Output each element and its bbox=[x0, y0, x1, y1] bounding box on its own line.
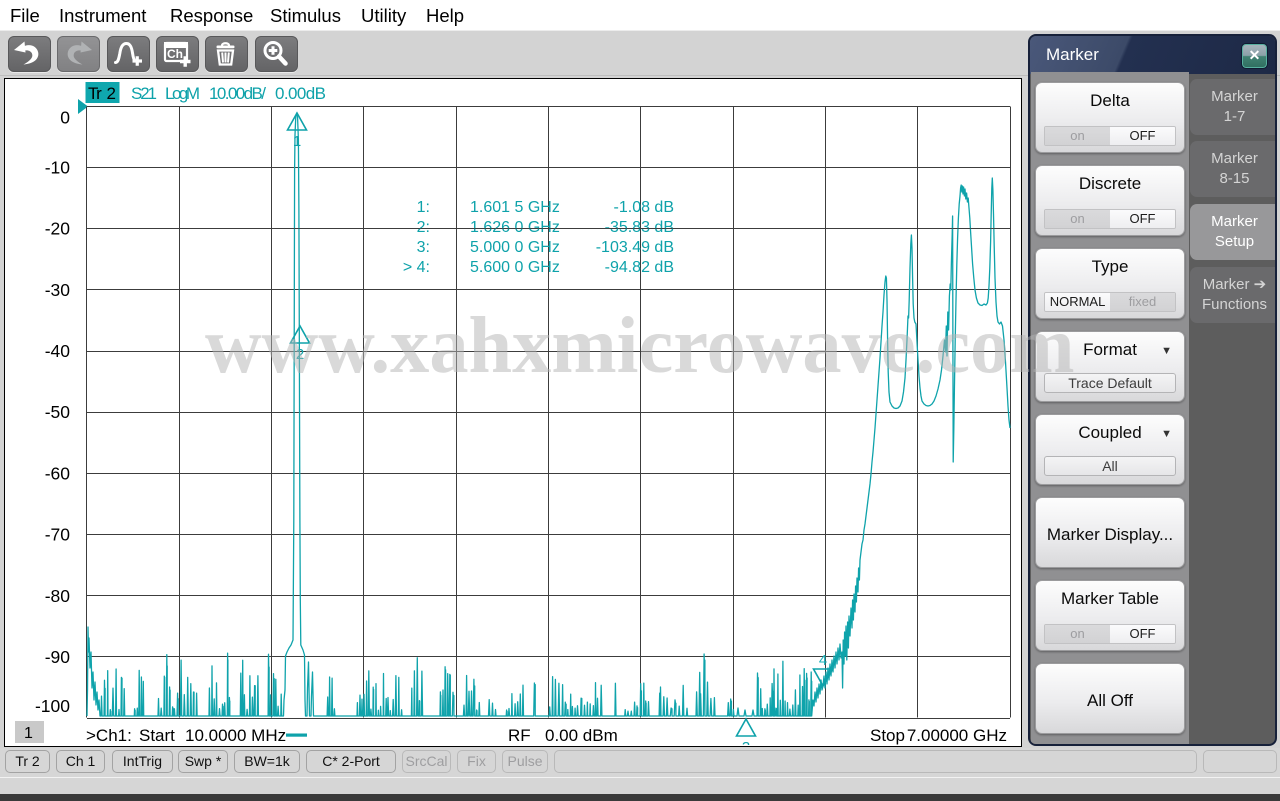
svg-text:S21: S21 bbox=[131, 84, 157, 103]
svg-text:-70: -70 bbox=[44, 524, 70, 544]
svg-text:-94.82 dB: -94.82 dB bbox=[604, 259, 673, 276]
svg-text:-103.49 dB: -103.49 dB bbox=[595, 239, 673, 256]
svg-text:5.000 0 GHz: 5.000 0 GHz bbox=[470, 239, 560, 256]
svg-text:10.0000 MHz: 10.0000 MHz bbox=[185, 726, 286, 745]
svg-text:-100: -100 bbox=[34, 696, 69, 716]
svg-text:1: 1 bbox=[292, 133, 300, 150]
svg-text:4: 4 bbox=[818, 652, 826, 669]
svg-text:LogM: LogM bbox=[165, 84, 200, 103]
svg-text:Start: Start bbox=[139, 726, 175, 745]
svg-text:2:: 2: bbox=[416, 219, 429, 236]
svg-text:-60: -60 bbox=[44, 463, 70, 483]
svg-text:1.626 0 GHz: 1.626 0 GHz bbox=[470, 219, 560, 236]
svg-text:-20: -20 bbox=[44, 218, 70, 238]
svg-text:3:: 3: bbox=[416, 239, 429, 256]
svg-text:Tr 2: Tr 2 bbox=[88, 84, 116, 103]
svg-text:10.00dB/: 10.00dB/ bbox=[209, 84, 266, 103]
svg-text:-40: -40 bbox=[44, 341, 70, 361]
svg-text:3: 3 bbox=[741, 739, 749, 745]
svg-text:0: 0 bbox=[60, 107, 70, 127]
svg-text:7.00000 GHz: 7.00000 GHz bbox=[906, 726, 1006, 745]
svg-text:-10: -10 bbox=[44, 157, 70, 177]
svg-text:0.00dB: 0.00dB bbox=[275, 84, 326, 103]
svg-text:-1.08 dB: -1.08 dB bbox=[613, 199, 673, 216]
svg-text:>Ch1:: >Ch1: bbox=[86, 726, 132, 745]
svg-text:Stop: Stop bbox=[870, 726, 905, 745]
svg-text:0.00 dBm: 0.00 dBm bbox=[545, 726, 618, 745]
svg-text:-35.83 dB: -35.83 dB bbox=[604, 219, 673, 236]
svg-text:1.601 5 GHz: 1.601 5 GHz bbox=[470, 199, 560, 216]
svg-text:Ch: Ch bbox=[167, 47, 183, 61]
svg-text:-30: -30 bbox=[44, 279, 70, 299]
svg-text:1: 1 bbox=[24, 725, 33, 742]
svg-text:RF: RF bbox=[508, 726, 531, 745]
svg-text:1:: 1: bbox=[416, 199, 429, 216]
svg-text:> 4:: > 4: bbox=[402, 259, 429, 276]
svg-text:-50: -50 bbox=[44, 402, 70, 422]
svg-text:-80: -80 bbox=[44, 585, 70, 605]
svg-text:5.600 0 GHz: 5.600 0 GHz bbox=[470, 259, 560, 276]
svg-text:-90: -90 bbox=[44, 646, 70, 666]
